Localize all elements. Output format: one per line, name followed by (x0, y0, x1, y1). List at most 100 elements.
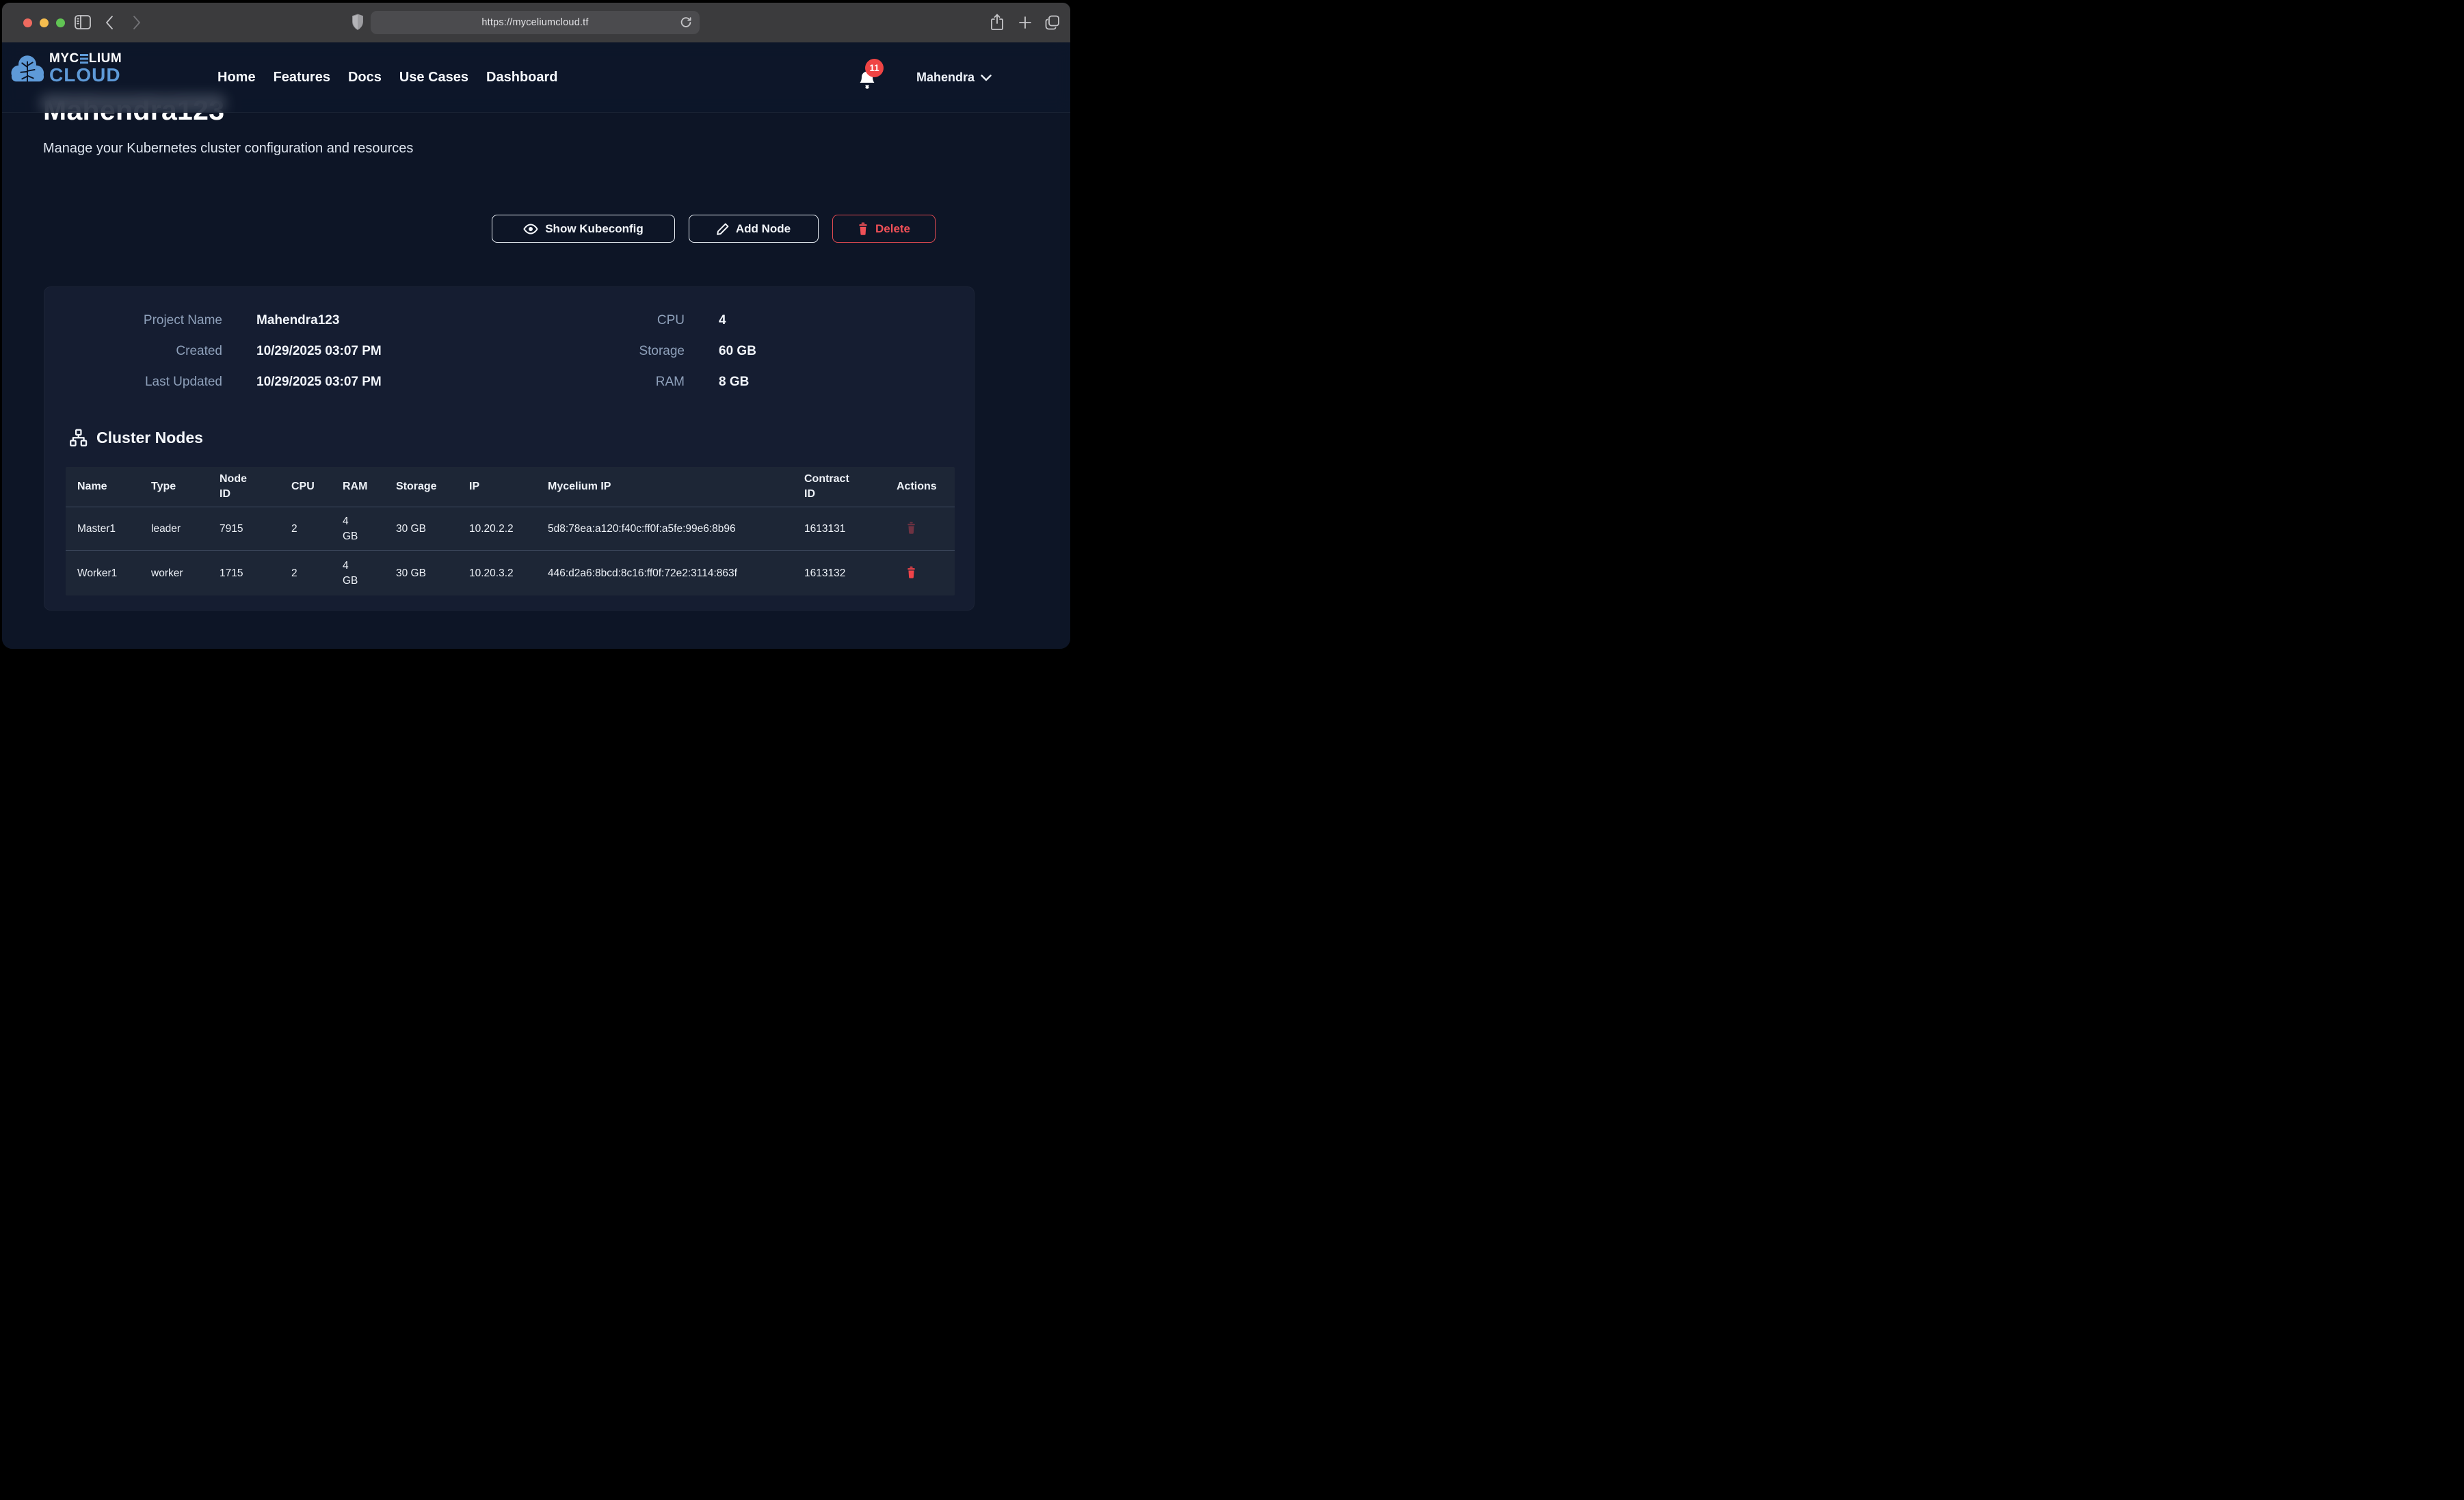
chevron-down-icon (981, 75, 992, 81)
traffic-light-zoom[interactable] (56, 18, 65, 27)
browser-chrome: https://myceliumcloud.tf (2, 3, 1070, 42)
cell-contract-id: 1613132 (804, 566, 897, 581)
nav-link-use-cases[interactable]: Use Cases (399, 70, 468, 85)
forward-icon[interactable] (132, 15, 142, 30)
cluster-details-panel: Project Name Mahendra123 Created 10/29/2… (44, 286, 975, 611)
info-label: Last Updated (44, 375, 222, 390)
info-row-project-name: Project Name Mahendra123 (44, 305, 482, 336)
cell-contract-id: 1613131 (804, 522, 897, 537)
cell-node-id: 7915 (220, 522, 291, 537)
col-header-storage: Storage (396, 479, 469, 494)
delete-node-button[interactable] (906, 522, 916, 536)
traffic-light-minimize[interactable] (40, 18, 49, 27)
tabs-overview-icon[interactable] (1044, 14, 1061, 31)
info-row-storage: Storage 60 GB (482, 336, 975, 366)
traffic-light-close[interactable] (23, 18, 32, 27)
col-header-node-id: Node ID (220, 472, 291, 503)
cell-name: Worker1 (66, 566, 151, 581)
cell-ip: 10.20.3.2 (469, 566, 548, 581)
notifications-button[interactable]: 11 (858, 59, 888, 98)
brand-line-cloud: CLOUD (49, 66, 122, 85)
nav-link-features[interactable]: Features (274, 70, 330, 85)
pencil-icon (717, 223, 729, 235)
cluster-nodes-header: Cluster Nodes (69, 426, 203, 449)
info-value: 10/29/2025 03:07 PM (256, 375, 382, 390)
page-subtitle: Manage your Kubernetes cluster configura… (43, 141, 413, 157)
cell-ram: 4 GB (343, 559, 396, 588)
page-viewport: Mahendra123 Manage your Kubernetes clust… (2, 42, 1070, 649)
table-header-row: Name Type Node ID CPU RAM Storage IP Myc… (66, 467, 955, 507)
cell-actions (897, 522, 955, 536)
cell-node-id: 1715 (220, 566, 291, 581)
cell-type: worker (151, 566, 220, 581)
browser-window: https://myceliumcloud.tf (2, 3, 1070, 649)
delete-cluster-button[interactable]: Delete (832, 215, 936, 243)
delete-node-button[interactable] (906, 566, 916, 580)
new-tab-icon[interactable] (1018, 16, 1032, 29)
cell-name: Master1 (66, 522, 151, 537)
col-header-actions: Actions (897, 479, 955, 494)
col-header-ram: RAM (343, 479, 396, 494)
cell-mycelium-ip: 5d8:78ea:a120:f40c:ff0f:a5fe:99e6:8b96 (548, 522, 804, 537)
brand-line-mycelium: MYCLIUM (49, 52, 122, 65)
back-icon[interactable] (105, 15, 114, 30)
shield-icon[interactable] (352, 14, 364, 31)
address-bar-url: https://myceliumcloud.tf (481, 17, 588, 28)
brand-wordmark: MYCLIUM CLOUD (49, 52, 122, 85)
delete-cluster-label: Delete (875, 222, 910, 236)
nav-link-home[interactable]: Home (217, 70, 256, 85)
table-row-worker1: Worker1 worker 1715 2 4 GB 30 GB 10.20.3… (66, 551, 955, 595)
info-row-created: Created 10/29/2025 03:07 PM (44, 336, 482, 366)
col-header-type: Type (151, 479, 220, 494)
reload-icon[interactable] (680, 16, 692, 29)
cluster-info-left: Project Name Mahendra123 Created 10/29/2… (44, 305, 482, 397)
info-row-ram: RAM 8 GB (482, 366, 975, 397)
share-icon[interactable] (990, 13, 1005, 32)
col-header-mycelium-ip: Mycelium IP (548, 479, 804, 494)
eye-icon (523, 224, 538, 235)
notification-badge: 11 (865, 59, 884, 77)
cell-storage: 30 GB (396, 566, 469, 581)
info-label: CPU (482, 313, 685, 328)
cell-storage: 30 GB (396, 522, 469, 537)
col-header-cpu: CPU (291, 479, 343, 494)
show-kubeconfig-button[interactable]: Show Kubeconfig (492, 215, 675, 243)
nav-links: Home Features Docs Use Cases Dashboard (217, 42, 558, 113)
nav-link-dashboard[interactable]: Dashboard (486, 70, 557, 85)
info-value: 10/29/2025 03:07 PM (256, 344, 382, 359)
col-header-ip: IP (469, 479, 548, 494)
cluster-info-right: CPU 4 Storage 60 GB RAM 8 GB (482, 305, 975, 397)
cloud-logo-icon (10, 53, 44, 83)
sidebar-toggle-icon[interactable] (75, 15, 91, 29)
brand-logo[interactable]: MYCLIUM CLOUD (10, 52, 122, 85)
cluster-nodes-table: Name Type Node ID CPU RAM Storage IP Myc… (66, 467, 955, 595)
cell-type: leader (151, 522, 220, 537)
address-bar[interactable]: https://myceliumcloud.tf (371, 11, 700, 34)
cell-cpu: 2 (291, 566, 343, 581)
cluster-nodes-title: Cluster Nodes (96, 429, 203, 447)
col-header-name: Name (66, 479, 151, 494)
top-navbar: MYCLIUM CLOUD Home Features Docs Use Cas… (2, 42, 1070, 113)
stylized-e-icon (80, 54, 88, 64)
info-row-cpu: CPU 4 (482, 305, 975, 336)
info-value: 4 (719, 313, 726, 328)
cell-cpu: 2 (291, 522, 343, 537)
table-row-master1: Master1 leader 7915 2 4 GB 30 GB 10.20.2… (66, 507, 955, 551)
blurred-title-smudge (40, 94, 226, 111)
cluster-actions-row: Show Kubeconfig Add Node Delete (492, 215, 936, 243)
add-node-label: Add Node (736, 222, 791, 236)
network-icon (69, 429, 88, 447)
screenshot-canvas: https://myceliumcloud.tf (0, 0, 1072, 653)
col-header-contract-id: Contract ID (804, 472, 897, 503)
cell-mycelium-ip: 446:d2a6:8bcd:8c16:ff0f:72e2:3114:863f (548, 566, 804, 581)
info-value: 8 GB (719, 375, 749, 390)
add-node-button[interactable]: Add Node (689, 215, 819, 243)
info-label: RAM (482, 375, 685, 390)
trash-icon (906, 566, 916, 578)
cell-ram: 4 GB (343, 514, 396, 544)
info-value: Mahendra123 (256, 313, 339, 328)
info-label: Storage (482, 344, 685, 359)
user-menu[interactable]: Mahendra (916, 42, 992, 113)
info-row-last-updated: Last Updated 10/29/2025 03:07 PM (44, 366, 482, 397)
nav-link-docs[interactable]: Docs (348, 70, 382, 85)
